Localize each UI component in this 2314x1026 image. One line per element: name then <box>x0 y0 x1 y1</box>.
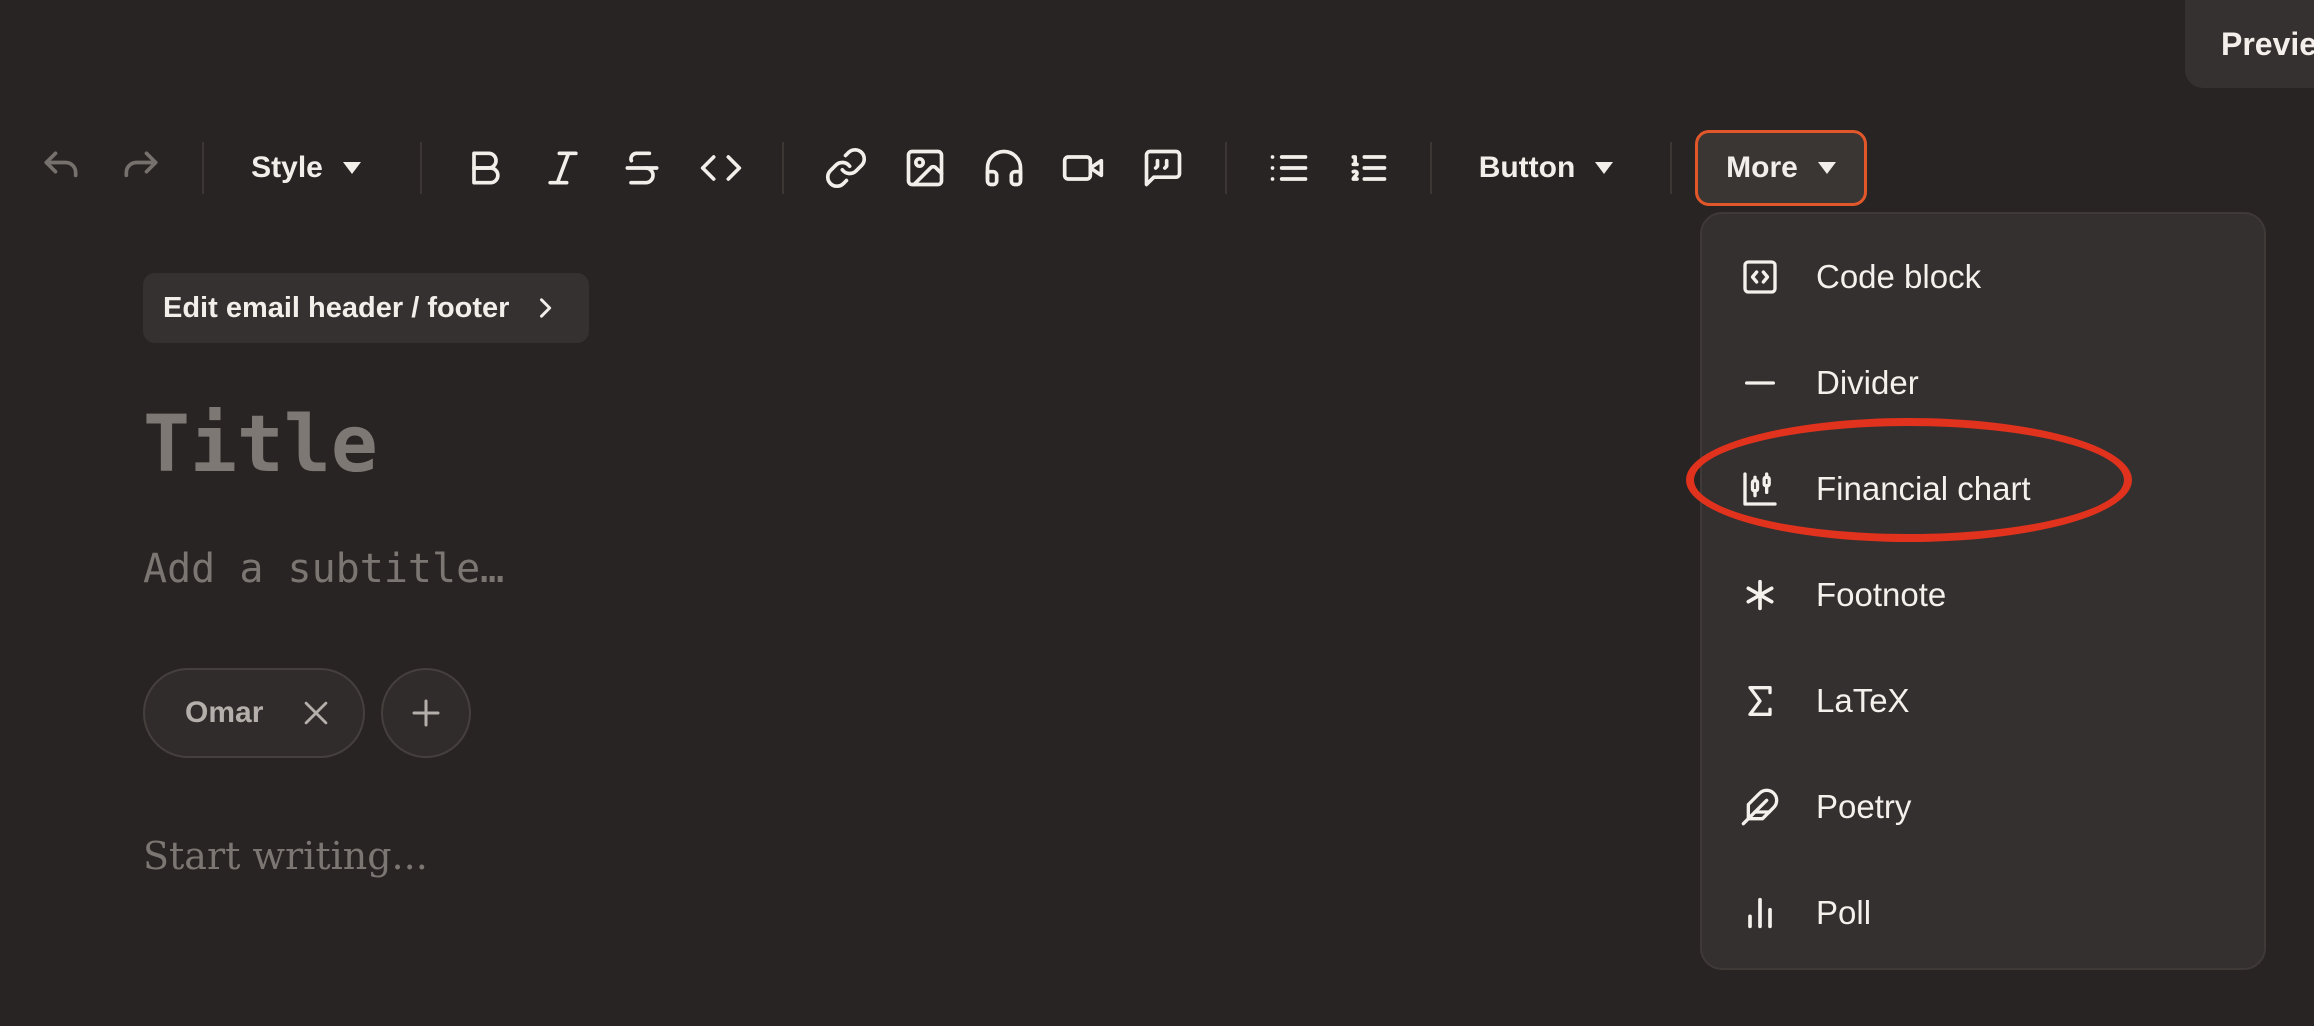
preview-button[interactable]: Previe <box>2185 0 2314 88</box>
numbered-list-icon <box>1351 155 1387 181</box>
close-icon[interactable] <box>299 696 333 730</box>
edit-header-footer-label: Edit email header / footer <box>163 291 510 324</box>
sigma-icon <box>1748 686 1772 716</box>
menu-item-financial-chart[interactable]: Financial chart <box>1702 436 2264 542</box>
menu-item-divider[interactable]: Divider <box>1702 330 2264 436</box>
editor-toolbar: Style Button More <box>0 130 1900 206</box>
author-chip[interactable]: Omar <box>143 668 365 758</box>
author-name: Omar <box>185 696 264 729</box>
caret-down-icon <box>1595 162 1614 174</box>
edit-header-footer-button[interactable]: Edit email header / footer <box>143 273 589 343</box>
italic-button[interactable] <box>540 130 586 206</box>
menu-item-poetry[interactable]: Poetry <box>1702 754 2264 860</box>
subtitle-input[interactable]: Add a subtitle… <box>143 546 504 592</box>
menu-item-footnote[interactable]: Footnote <box>1702 542 2264 648</box>
style-label: Style <box>251 151 323 184</box>
title-input[interactable]: Title <box>143 400 378 490</box>
quote-button[interactable] <box>1140 130 1186 206</box>
feather-icon <box>1741 788 1779 826</box>
caret-down-icon <box>342 162 361 174</box>
asterisk-icon <box>1746 579 1774 611</box>
body-editor[interactable]: Start writing... <box>143 834 428 878</box>
italic-icon <box>548 151 578 185</box>
toolbar-divider <box>202 142 204 194</box>
toolbar-divider <box>1430 142 1432 194</box>
strikethrough-button[interactable] <box>619 130 665 206</box>
more-dropdown-button[interactable]: More <box>1695 130 1867 206</box>
menu-item-label: Footnote <box>1816 576 1947 613</box>
redo-button[interactable] <box>118 130 164 206</box>
menu-item-label: Code block <box>1816 258 1982 295</box>
menu-item-code-block[interactable]: Code block <box>1702 224 2264 330</box>
undo-button[interactable] <box>38 130 84 206</box>
button-label: Button <box>1478 151 1576 184</box>
plus-icon <box>412 699 440 727</box>
financial-chart-icon <box>1743 472 1777 506</box>
style-dropdown[interactable]: Style <box>228 130 384 206</box>
inline-code-button[interactable] <box>698 130 744 206</box>
image-button[interactable] <box>902 130 948 206</box>
bold-icon <box>472 151 500 185</box>
menu-item-label: LaTeX <box>1816 682 1910 719</box>
quote-bubble-icon <box>1144 149 1182 187</box>
strikethrough-icon <box>625 151 659 185</box>
toolbar-divider <box>420 142 422 194</box>
video-button[interactable] <box>1060 130 1106 206</box>
image-icon <box>906 149 944 187</box>
undo-icon <box>44 151 78 178</box>
more-menu: Code block Divider Financial chart Footn… <box>1700 212 2266 970</box>
menu-item-latex[interactable]: LaTeX <box>1702 648 2264 754</box>
preview-label: Previe <box>2221 25 2314 62</box>
toolbar-divider <box>782 142 784 194</box>
redo-icon <box>124 151 158 178</box>
bullet-list-icon <box>1270 155 1308 181</box>
toolbar-divider <box>1670 142 1672 194</box>
menu-item-label: Poetry <box>1816 788 1912 825</box>
menu-item-label: Divider <box>1816 364 1919 401</box>
numbered-list-button[interactable] <box>1345 130 1391 206</box>
bullet-list-button[interactable] <box>1266 130 1312 206</box>
chevron-right-icon <box>540 298 552 318</box>
link-icon <box>825 147 867 189</box>
video-icon <box>1062 155 1104 181</box>
code-block-icon <box>1743 260 1777 294</box>
toolbar-divider <box>1225 142 1227 194</box>
caret-down-icon <box>1817 162 1836 174</box>
menu-item-poll[interactable]: Poll <box>1702 860 2264 966</box>
headphones-icon <box>985 149 1023 187</box>
divider-icon <box>1745 381 1775 385</box>
more-label: More <box>1726 151 1798 184</box>
code-icon <box>700 155 742 181</box>
add-author-button[interactable] <box>381 668 471 758</box>
menu-item-label: Poll <box>1816 894 1872 931</box>
bold-button[interactable] <box>462 130 508 206</box>
menu-item-label: Financial chart <box>1816 470 2031 507</box>
button-dropdown[interactable]: Button <box>1458 130 1634 206</box>
link-button[interactable] <box>823 130 869 206</box>
audio-button[interactable] <box>981 130 1027 206</box>
poll-icon <box>1748 897 1772 929</box>
